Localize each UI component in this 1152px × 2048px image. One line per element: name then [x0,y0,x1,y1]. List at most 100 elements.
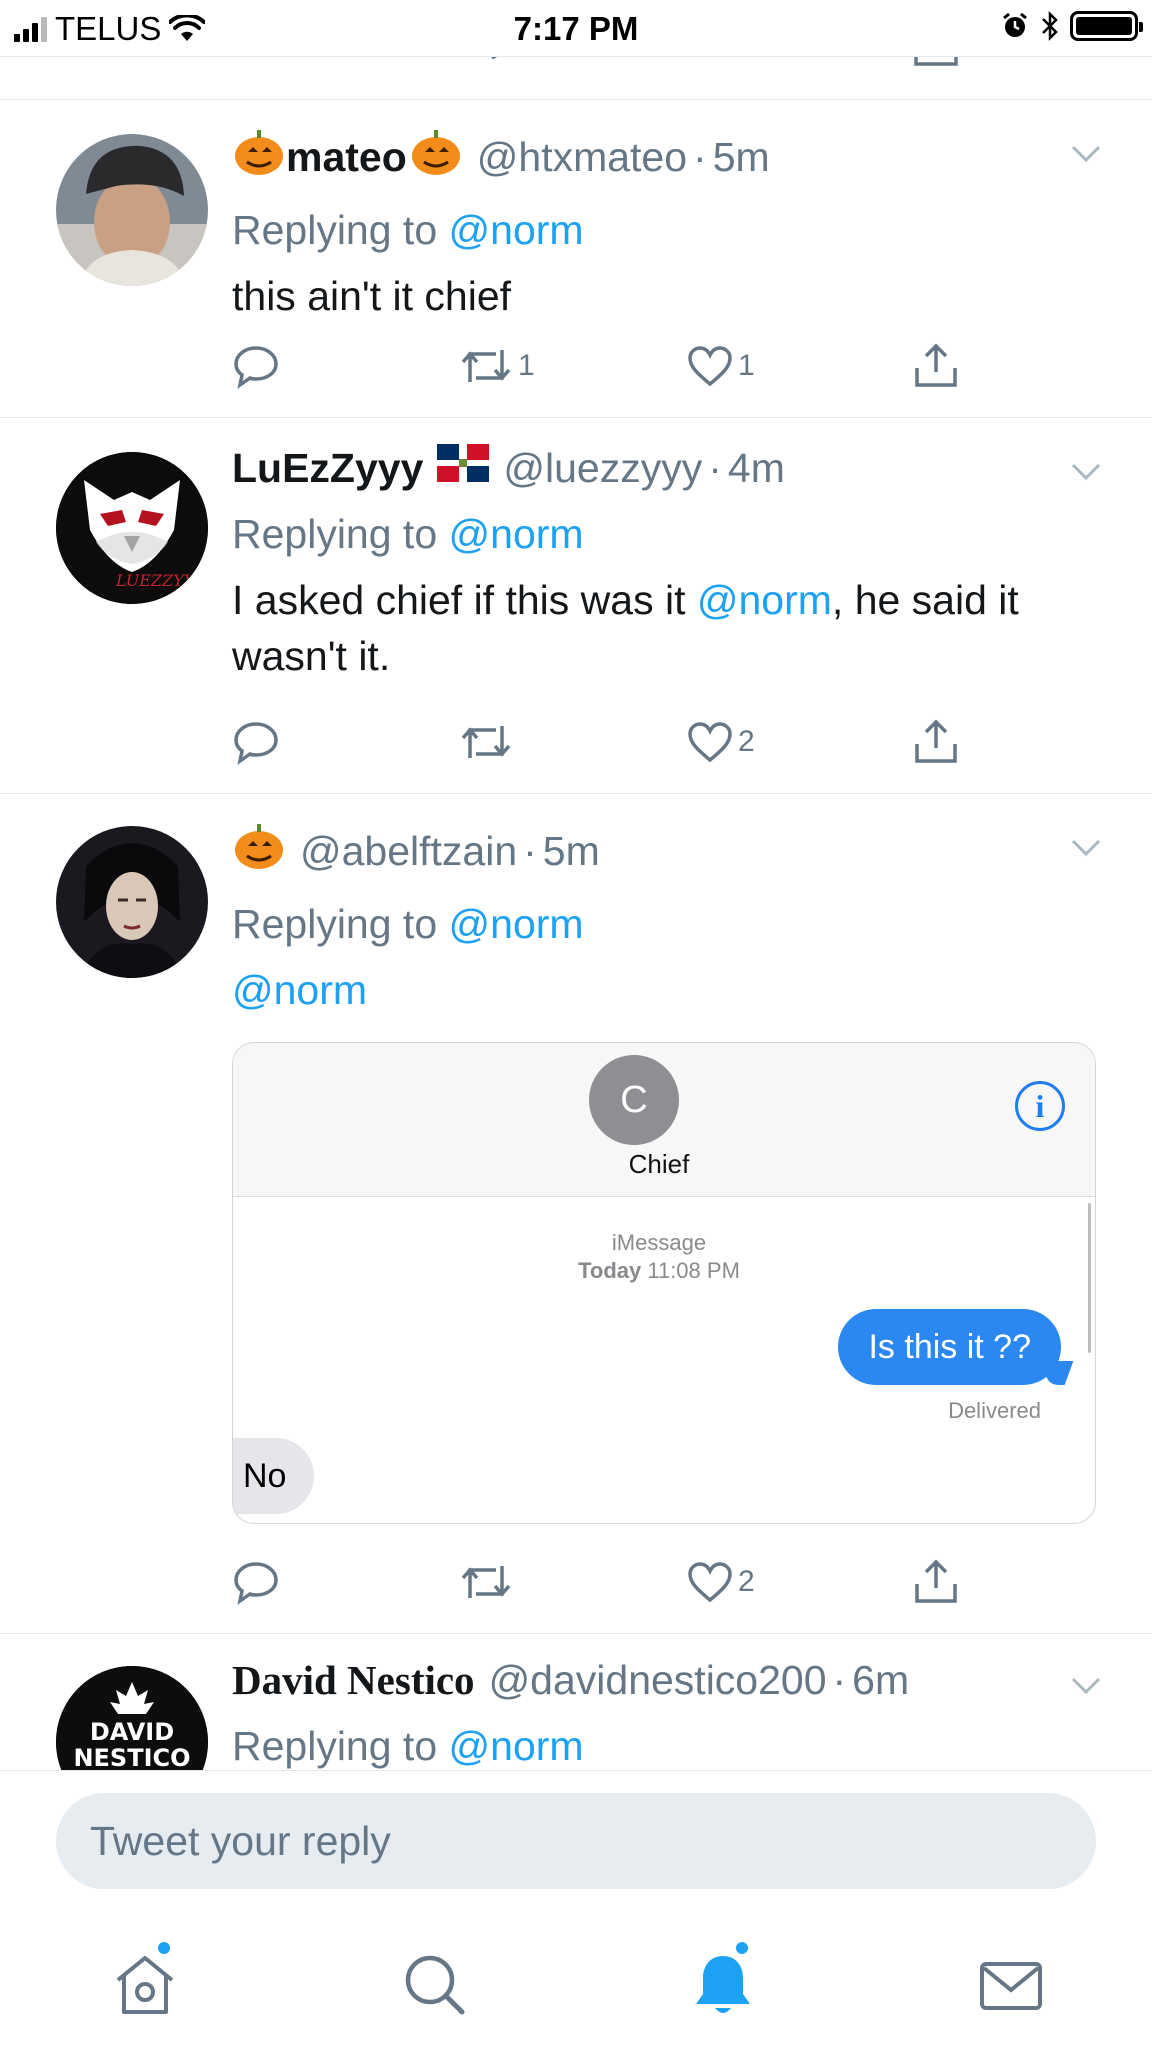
retweet-button[interactable] [458,718,518,766]
replying-prefix: Replying to [232,1723,438,1769]
reply-input[interactable]: Tweet your reply [56,1793,1096,1889]
tweet-time: 5m [542,828,600,874]
share-button[interactable] [912,342,960,390]
share-button[interactable] [912,1558,960,1606]
heart-icon [688,1562,732,1603]
tweet-actions: 1 1 [232,342,957,402]
search-icon [405,1955,465,2015]
reply-button[interactable] [232,718,280,766]
message-meta: iMessage Today 11:08 PM [233,1229,1085,1285]
chevron-down-icon[interactable] [1070,144,1102,164]
tab-notifications[interactable] [688,1940,758,2020]
mention-link[interactable]: @norm [449,207,584,253]
avatar[interactable]: DAVID NESTICO [56,1666,208,1770]
status-icons [1000,10,1143,42]
tab-messages[interactable] [976,1950,1046,2020]
display-name[interactable]: David Nestico [232,1654,475,1706]
chevron-down-icon[interactable] [1070,462,1102,482]
heart-icon [688,722,732,763]
replying-prefix: Replying to [232,511,438,557]
user-handle[interactable]: @davidnestico200 [489,1654,827,1706]
alarm-icon [1003,12,1027,37]
replying-to: Replying to @norm [232,898,1112,950]
tweet[interactable]: mateo @htxmateo · 5m Replying to @norm t… [0,100,1152,418]
share-icon [915,343,957,387]
retweet-button[interactable] [458,1558,518,1606]
bell-icon [696,1956,750,2013]
tweet-actions: 2 [232,718,957,778]
new-content-indicator [156,1940,172,1956]
tab-search[interactable] [400,1950,470,2020]
like-button[interactable]: 2 [686,1558,755,1606]
tab-bar [0,1900,1152,2048]
dot-separator: · [523,828,537,874]
tweet[interactable]: LUEZZYYY LuEzZyyy @luezzyyy · 4m Replyin… [0,418,1152,794]
replying-prefix: Replying to [232,207,438,253]
dot-separator: · [693,134,707,180]
tweet[interactable]: @abelftzain · 5m Replying to @norm @norm… [0,794,1152,1634]
like-button[interactable]: 2 [686,718,755,766]
reply-icon [234,346,278,389]
tab-home[interactable] [110,1940,180,2020]
scroll-indicator [1088,1203,1091,1353]
mention-link[interactable]: @norm [449,901,584,947]
avatar[interactable] [56,134,208,286]
tweet-text-part: I asked chief if this was it [232,577,697,623]
user-handle[interactable]: @htxmateo [477,131,687,183]
reply-icon [234,722,278,765]
mention-link[interactable]: @norm [449,1723,584,1769]
pumpkin-icon [409,124,463,190]
home-icon [116,1956,174,2014]
delivery-status: Delivered [948,1398,1041,1423]
display-name[interactable]: mateo [286,131,407,183]
contact-name: Chief [628,1149,690,1179]
pumpkin-icon [232,818,286,884]
chevron-down-icon[interactable] [1070,1676,1102,1696]
info-icon: i [1015,1081,1065,1131]
incoming-message: No [233,1438,315,1514]
message-timestamp: Today 11:08 PM [233,1257,1085,1285]
status-bar: TELUS 7:17 PM [0,0,1152,57]
tweet-time: 5m [712,134,770,180]
replying-to: Replying to @norm [232,204,1112,256]
mention-link[interactable]: @norm [232,967,367,1013]
mention-link[interactable]: @norm [697,577,832,623]
display-name[interactable]: LuEzZyyy [232,442,423,494]
tweet[interactable]: DAVID NESTICO David Nestico @davidnestic… [0,1634,1152,1770]
avatar[interactable] [56,826,208,978]
like-count: 1 [738,349,755,382]
chevron-down-icon[interactable] [1070,838,1102,858]
imessage-header: C Chief i [233,1043,1095,1197]
reply-button[interactable] [232,1558,280,1606]
reply-button[interactable] [232,342,280,390]
like-button[interactable]: 1 [686,342,755,390]
retweet-button[interactable]: 1 [458,342,535,390]
share-button[interactable] [912,718,960,766]
outgoing-message: Is this it ?? [838,1309,1061,1385]
replying-to: Replying to @norm [232,508,1112,560]
retweet-icon [461,726,511,758]
tweet-time: 6m [852,1657,910,1703]
replying-prefix: Replying to [232,901,438,947]
dot-separator: · [832,1657,847,1703]
share-icon [915,719,957,763]
user-handle[interactable]: @abelftzain [300,825,517,877]
timestamp-day: Today [578,1258,642,1283]
avatar[interactable]: LUEZZYYY [56,452,208,604]
retweet-count: 1 [518,349,535,382]
tweet-time: 4m [727,445,785,491]
user-handle[interactable]: @luezzyyy [503,442,702,494]
avatar-logo-text: DAVID [90,1718,174,1746]
mention-link[interactable]: @norm [449,511,584,557]
attached-image[interactable]: C Chief i iMessage Today 11:08 PM Is thi… [232,1042,1096,1524]
avatar-logo-text: NESTICO [73,1744,190,1770]
dot-separator: · [708,445,722,491]
timestamp-time: 11:08 PM [647,1258,740,1283]
pumpkin-icon [232,124,286,190]
replying-to: Replying to @norm [232,1720,1112,1770]
tweet-text: @norm [232,962,1112,1018]
tweet-text: I asked chief if this was it @norm, he s… [232,572,1112,684]
bluetooth-icon [1042,10,1058,42]
reply-icon [234,1562,278,1605]
avatar-logo-text: LUEZZYYY [115,571,206,590]
